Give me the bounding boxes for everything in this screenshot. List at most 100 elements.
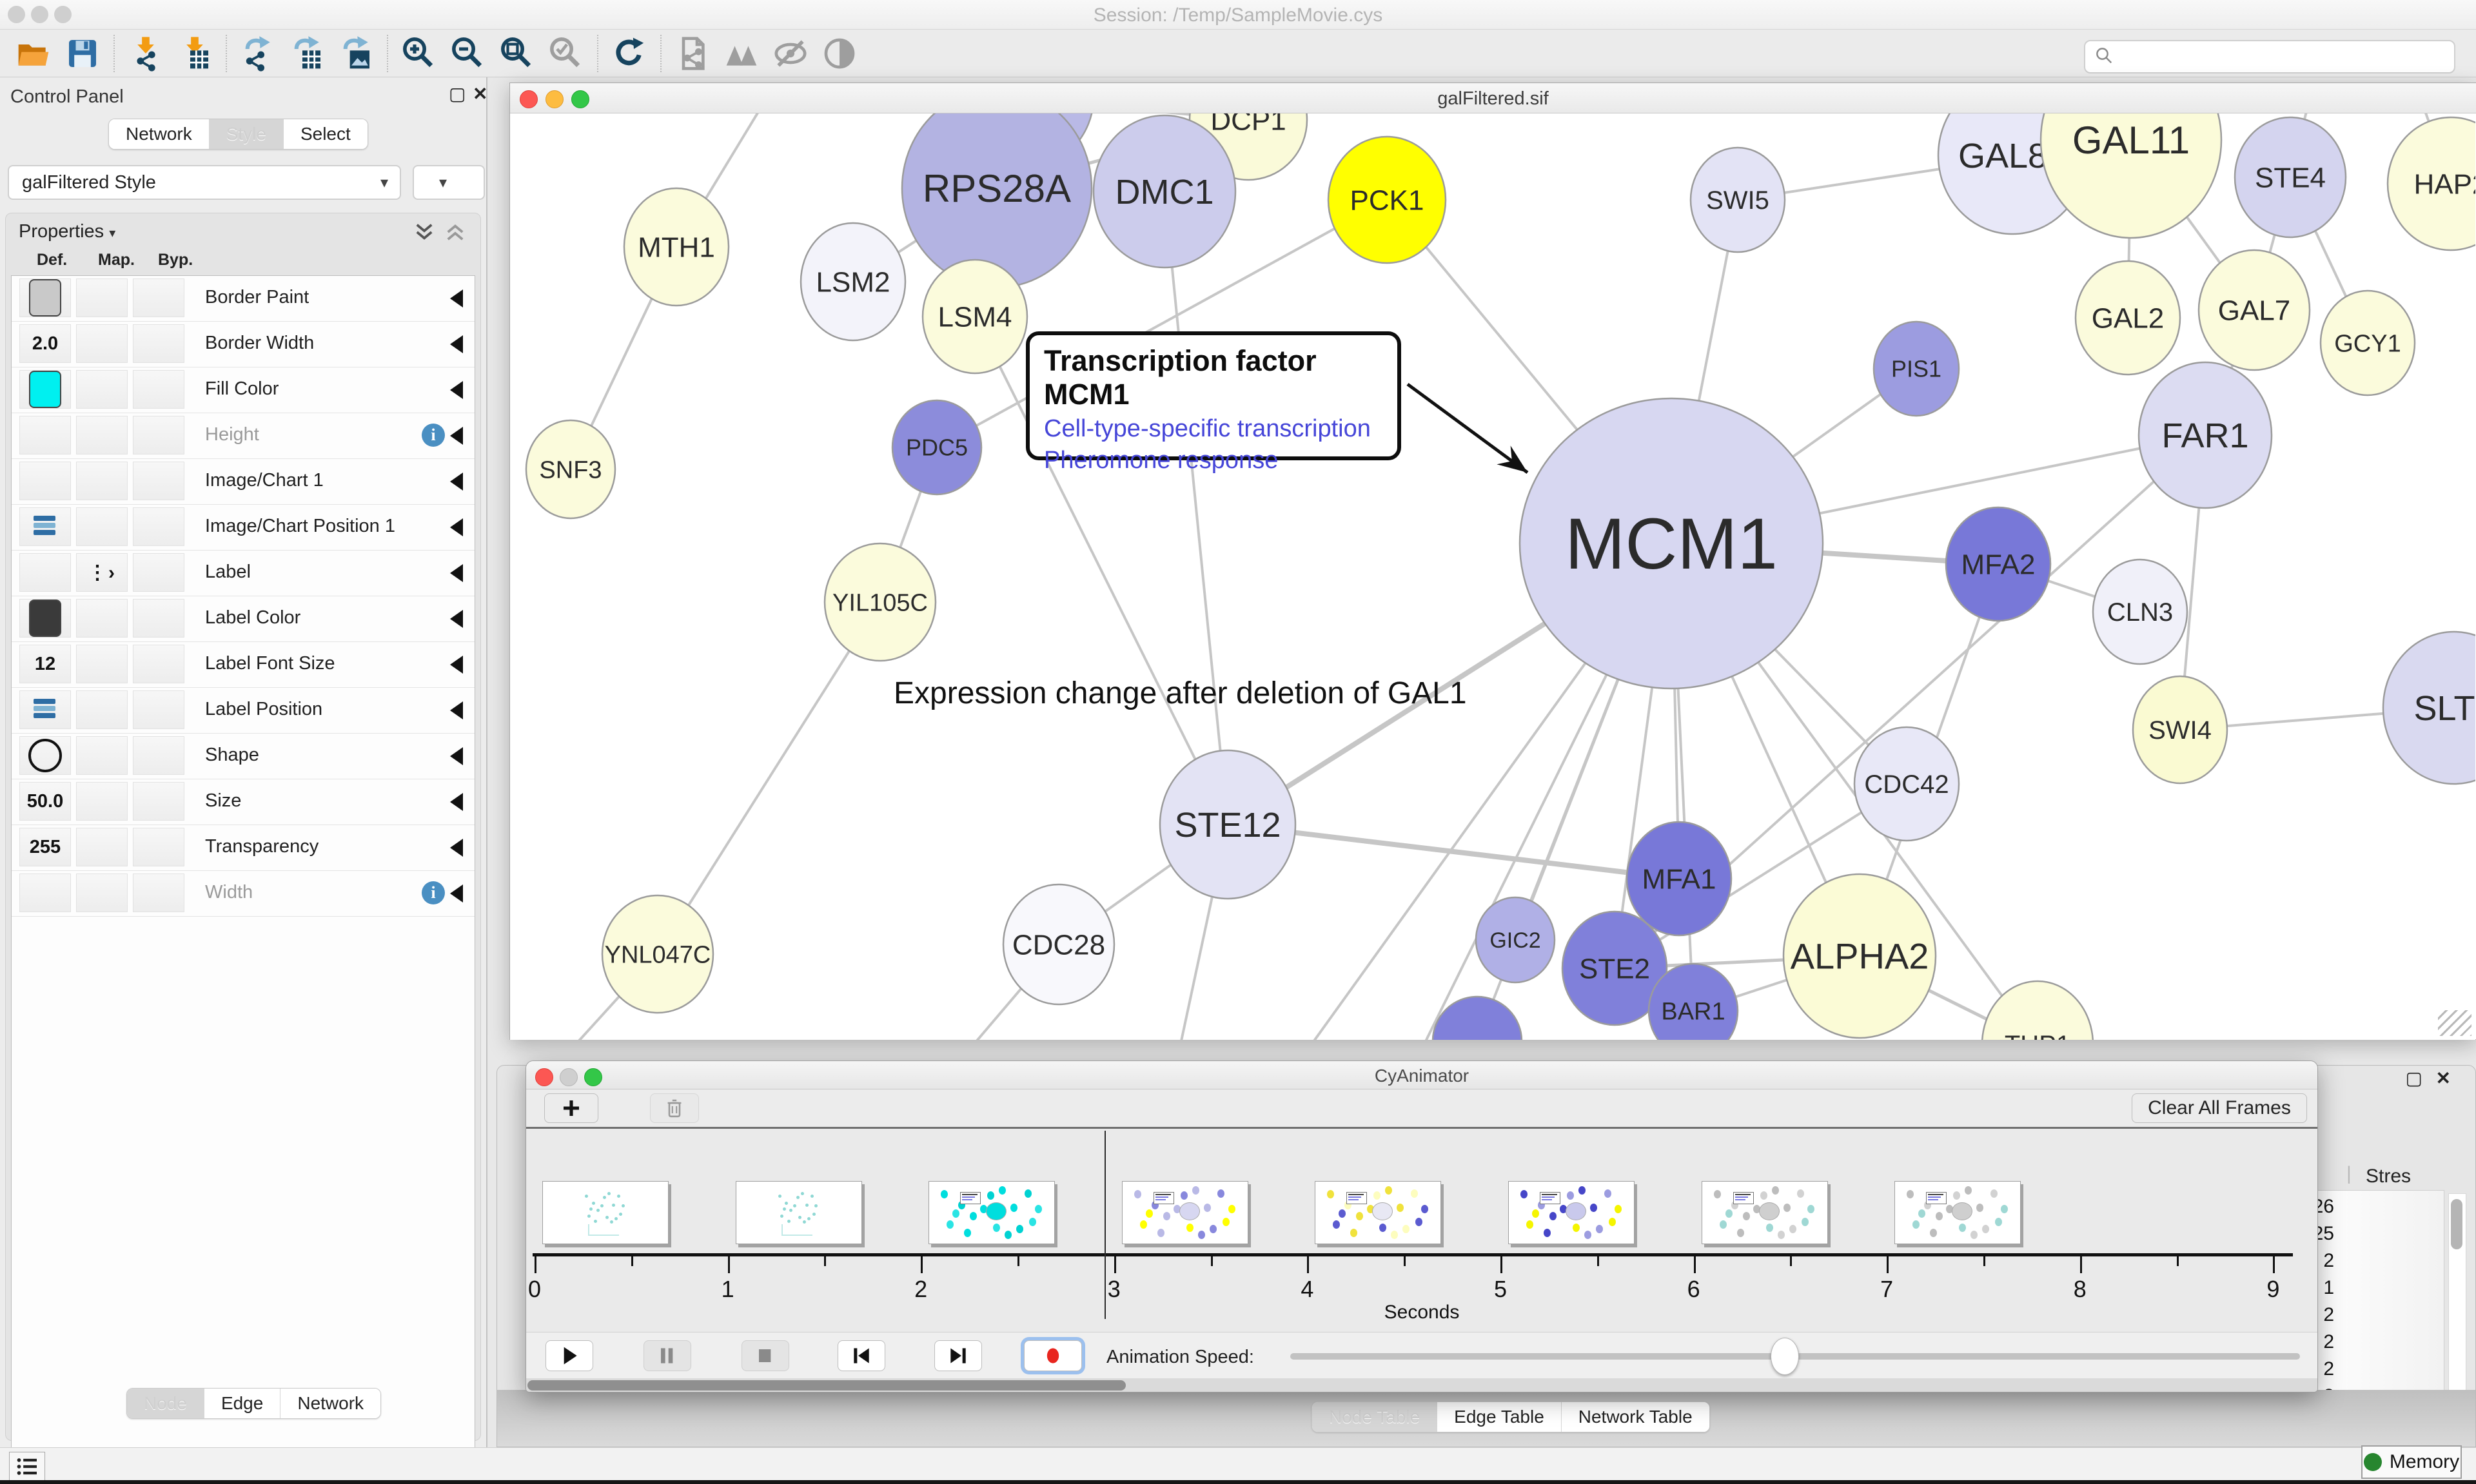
property-cell[interactable] bbox=[19, 278, 71, 317]
expand-arrow-icon[interactable] bbox=[450, 701, 463, 719]
open-folder-button[interactable] bbox=[9, 33, 58, 74]
table-cell-value[interactable]: 2 bbox=[2323, 1304, 2334, 1326]
info-icon[interactable]: i bbox=[422, 424, 445, 447]
speed-slider[interactable] bbox=[1290, 1353, 2300, 1360]
property-cell[interactable] bbox=[19, 370, 71, 409]
property-cell[interactable]: ⋮› bbox=[76, 553, 128, 592]
property-cell[interactable] bbox=[76, 507, 128, 546]
expand-arrow-icon[interactable] bbox=[450, 381, 463, 399]
close-panel-icon[interactable]: ✕ bbox=[473, 85, 487, 103]
tab-network[interactable]: Network bbox=[109, 119, 209, 149]
expand-arrow-icon[interactable] bbox=[450, 289, 463, 308]
info-icon[interactable]: i bbox=[422, 881, 445, 904]
resize-grip[interactable] bbox=[2438, 1010, 2471, 1036]
property-cell[interactable] bbox=[133, 782, 184, 821]
frame-thumbnail-4[interactable] bbox=[1315, 1181, 1441, 1244]
property-cell[interactable] bbox=[76, 690, 128, 729]
playhead[interactable] bbox=[1105, 1131, 1106, 1319]
frame-thumbnail-1[interactable] bbox=[736, 1181, 862, 1244]
memory-button[interactable]: Memory bbox=[2361, 1445, 2462, 1479]
table-cell-value[interactable]: 2 bbox=[2323, 1250, 2334, 1272]
network-edge-YNL047C-YIL105C[interactable] bbox=[658, 602, 880, 954]
record-button[interactable] bbox=[1024, 1340, 1082, 1371]
table-scrollbar[interactable] bbox=[2448, 1193, 2466, 1420]
frame-thumbnail-6[interactable] bbox=[1702, 1181, 1828, 1244]
table-cell-value[interactable]: 2 bbox=[2323, 1358, 2334, 1380]
float-panel-icon[interactable]: ▢ bbox=[449, 85, 466, 103]
tab-edge-table[interactable]: Edge Table bbox=[1437, 1402, 1561, 1432]
zoom-fit-button[interactable] bbox=[493, 33, 542, 74]
property-cell[interactable] bbox=[76, 462, 128, 500]
frame-thumbnail-5[interactable] bbox=[1508, 1181, 1635, 1244]
contrast-button[interactable] bbox=[815, 33, 864, 74]
property-cell[interactable] bbox=[133, 370, 184, 409]
property-cell[interactable] bbox=[133, 324, 184, 363]
property-cell[interactable] bbox=[19, 507, 71, 546]
property-cell[interactable] bbox=[76, 828, 128, 866]
style-options-button[interactable]: ▾ bbox=[413, 165, 485, 200]
task-history-button[interactable] bbox=[9, 1452, 45, 1481]
zoom-out-button[interactable] bbox=[444, 33, 493, 74]
property-row-label-color[interactable]: Label Color bbox=[12, 596, 475, 642]
property-row-height[interactable]: Heighti bbox=[12, 413, 475, 459]
tab-node-table[interactable]: Node Table bbox=[1312, 1402, 1437, 1432]
tab-style[interactable]: Style bbox=[209, 119, 283, 149]
expression-annotation[interactable]: Expression change after deletion of GAL1 bbox=[894, 676, 1526, 711]
property-cell[interactable] bbox=[19, 736, 71, 775]
add-frame-button[interactable] bbox=[544, 1093, 598, 1123]
property-cell[interactable] bbox=[133, 278, 184, 317]
property-cell[interactable] bbox=[133, 462, 184, 500]
annotation-link-1[interactable]: Cell-type-specific transcription bbox=[1044, 415, 1397, 443]
stop-button[interactable] bbox=[742, 1340, 789, 1371]
frame-thumbnail-0[interactable] bbox=[542, 1181, 669, 1244]
property-cell[interactable] bbox=[76, 278, 128, 317]
zoom-selected-button[interactable] bbox=[542, 33, 591, 74]
property-row-width[interactable]: Widthi bbox=[12, 871, 475, 917]
close-panel-icon[interactable]: ✕ bbox=[2436, 1069, 2451, 1088]
property-cell[interactable]: 255 bbox=[19, 828, 71, 866]
expand-all-icon[interactable] bbox=[413, 222, 435, 245]
network-edge-DMC1-STE12[interactable] bbox=[1164, 191, 1228, 825]
property-cell[interactable] bbox=[19, 599, 71, 638]
play-button[interactable] bbox=[545, 1340, 593, 1371]
property-cell[interactable] bbox=[76, 645, 128, 683]
network-window-titlebar[interactable]: galFiltered.sif bbox=[510, 83, 2476, 113]
hide-eye-button[interactable] bbox=[766, 33, 815, 74]
property-row-label[interactable]: ⋮›Label bbox=[12, 551, 475, 596]
mcm1-annotation-box[interactable]: Transcription factor MCM1 Cell-type-spec… bbox=[1026, 331, 1401, 460]
property-cell[interactable] bbox=[19, 553, 71, 592]
pause-button[interactable] bbox=[644, 1340, 691, 1371]
import-table-button[interactable] bbox=[170, 33, 219, 74]
tab-node[interactable]: Node bbox=[127, 1389, 204, 1418]
property-row-image-chart-1[interactable]: Image/Chart 1 bbox=[12, 459, 475, 505]
skip-start-button[interactable] bbox=[838, 1340, 885, 1371]
frame-thumbnail-2[interactable] bbox=[928, 1181, 1055, 1244]
property-cell[interactable] bbox=[133, 874, 184, 912]
expand-arrow-icon[interactable] bbox=[450, 564, 463, 582]
network-canvas[interactable]: DCP1RPS28ADMC1PCK1MTH1LSM2LSM4SWI5GAL80G… bbox=[510, 113, 2475, 1040]
property-row-image-chart-position-1[interactable]: Image/Chart Position 1 bbox=[12, 505, 475, 551]
property-row-size[interactable]: 50.0Size bbox=[12, 779, 475, 825]
export-table-button[interactable] bbox=[282, 33, 331, 74]
property-row-shape[interactable]: Shape bbox=[12, 734, 475, 779]
frame-thumbnail-7[interactable] bbox=[1894, 1181, 2021, 1244]
tab-edge[interactable]: Edge bbox=[204, 1389, 280, 1418]
property-row-fill-color[interactable]: Fill Color bbox=[12, 367, 475, 413]
expand-arrow-icon[interactable] bbox=[450, 610, 463, 628]
property-cell[interactable] bbox=[76, 599, 128, 638]
property-cell[interactable]: 2.0 bbox=[19, 324, 71, 363]
expand-arrow-icon[interactable] bbox=[450, 884, 463, 903]
style-selector[interactable]: galFiltered Style ▾ bbox=[8, 165, 401, 200]
property-cell[interactable]: 12 bbox=[19, 645, 71, 683]
expand-arrow-icon[interactable] bbox=[450, 518, 463, 536]
tab-network[interactable]: Network bbox=[280, 1389, 380, 1418]
property-cell[interactable] bbox=[133, 507, 184, 546]
zoom-in-button[interactable] bbox=[395, 33, 444, 74]
property-cell[interactable] bbox=[133, 690, 184, 729]
search-input[interactable] bbox=[2120, 46, 2454, 68]
property-cell[interactable]: 50.0 bbox=[19, 782, 71, 821]
property-row-transparency[interactable]: 255Transparency bbox=[12, 825, 475, 871]
import-network-button[interactable] bbox=[121, 33, 170, 74]
clear-all-frames-button[interactable]: Clear All Frames bbox=[2132, 1093, 2307, 1123]
expand-arrow-icon[interactable] bbox=[450, 793, 463, 811]
